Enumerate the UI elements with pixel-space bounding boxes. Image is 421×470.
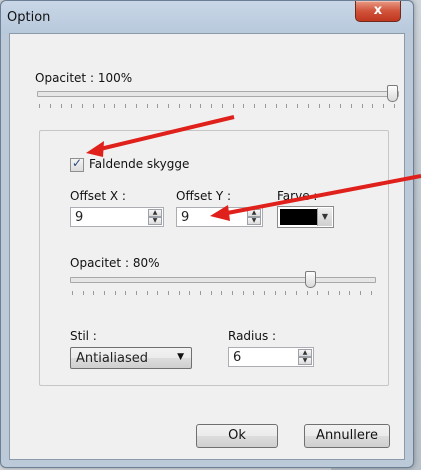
color-label: Farve : <box>277 189 318 203</box>
offset-y-value: 9 <box>181 210 190 225</box>
opacity-slider-ticks <box>39 104 395 108</box>
radius-label: Radius : <box>228 329 277 343</box>
cancel-button[interactable]: Annullere <box>304 424 390 448</box>
offset-y-input[interactable]: 9 ▲ ▼ <box>176 207 263 227</box>
close-icon: x <box>373 3 383 18</box>
chevron-down-icon: ▼ <box>177 352 184 362</box>
shadow-opacity-slider-ticks <box>72 291 372 295</box>
offset-y-label: Offset Y : <box>176 189 232 203</box>
opacity-slider-thumb[interactable] <box>387 85 398 102</box>
radius-input[interactable]: 6 ▲ ▼ <box>228 347 314 367</box>
dialog-content: Opacitet : 100% ✓ Faldende skygge Offset… <box>9 33 405 460</box>
spin-up-icon[interactable]: ▲ <box>148 209 162 217</box>
chevron-down-icon[interactable]: ▼ <box>317 208 332 226</box>
color-swatch <box>280 209 318 225</box>
shadow-opacity-slider-thumb[interactable] <box>305 271 316 288</box>
drop-shadow-checkbox[interactable]: ✓ <box>70 156 84 172</box>
offset-x-input[interactable]: 9 ▲ ▼ <box>70 207 164 227</box>
drop-shadow-label[interactable]: Faldende skygge <box>89 157 189 171</box>
spin-down-icon[interactable]: ▼ <box>148 217 162 225</box>
style-dropdown[interactable]: Antialiased ▼ <box>70 347 192 369</box>
title-bar[interactable]: Option x <box>1 1 413 33</box>
close-button[interactable]: x <box>355 1 401 22</box>
offset-x-value: 9 <box>75 210 84 225</box>
option-dialog: Option x Opacitet : 100% ✓ Faldende skyg… <box>0 0 414 468</box>
checkmark-icon: ✓ <box>72 156 83 170</box>
radius-spinner: ▲ ▼ <box>298 349 312 365</box>
ok-button[interactable]: Ok <box>196 424 278 448</box>
style-value: Antialiased <box>76 351 149 366</box>
spin-down-icon[interactable]: ▼ <box>247 217 261 225</box>
shadow-opacity-slider-track[interactable] <box>70 277 376 283</box>
style-label: Stil : <box>70 329 97 343</box>
color-picker[interactable]: ▼ <box>277 206 334 228</box>
spin-up-icon[interactable]: ▲ <box>298 349 312 357</box>
offset-x-label: Offset X : <box>70 189 126 203</box>
radius-value: 6 <box>233 350 242 365</box>
window-title: Option <box>7 10 51 25</box>
opacity-label: Opacitet : 100% <box>35 71 133 85</box>
shadow-group: ✓ Faldende skygge Offset X : 9 ▲ ▼ Offse… <box>39 130 389 386</box>
offset-y-spinner: ▲ ▼ <box>247 209 261 225</box>
shadow-opacity-label: Opacitet : 80% <box>70 256 160 270</box>
spin-down-icon[interactable]: ▼ <box>298 357 312 365</box>
opacity-slider-track[interactable] <box>37 91 399 97</box>
offset-x-spinner: ▲ ▼ <box>148 209 162 225</box>
spin-up-icon[interactable]: ▲ <box>247 209 261 217</box>
